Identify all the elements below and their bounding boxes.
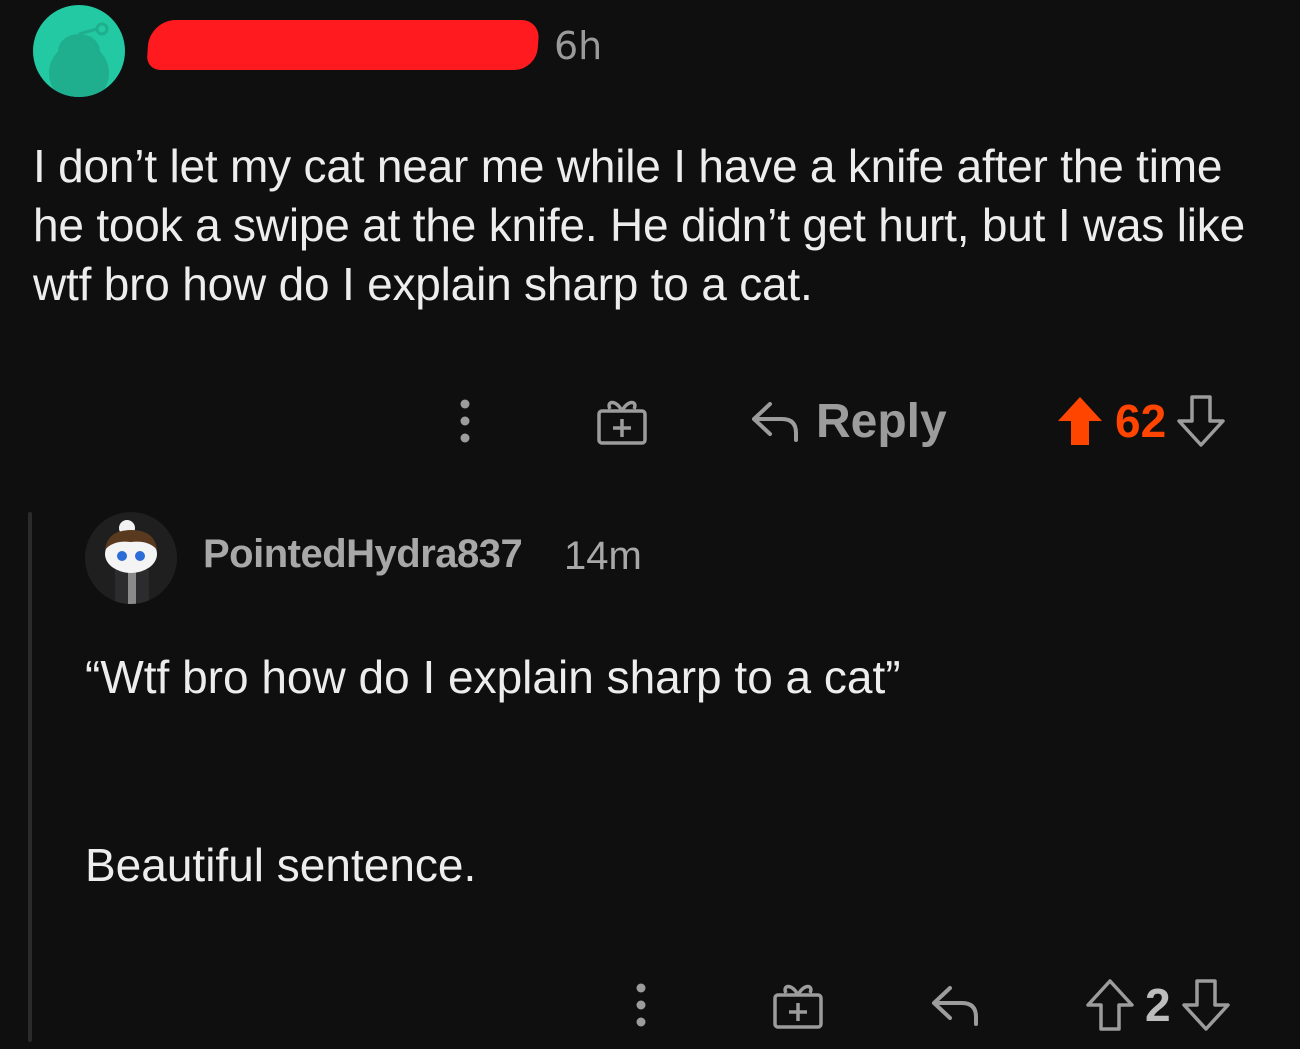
comment-body: “Wtf bro how do I explain sharp to a cat… [85,646,1265,896]
user-avatar[interactable] [33,5,125,97]
comment-actions: Reply 62 [0,386,1300,456]
snoo-avatar-icon [105,520,157,604]
downvote-icon[interactable] [1176,394,1226,448]
vote-controls: 2 [1085,970,1275,1040]
gift-award-icon [773,984,823,1029]
more-options-button[interactable] [618,970,664,1040]
more-vertical-icon [636,983,646,1027]
user-avatar[interactable] [85,512,177,604]
more-options-button[interactable] [440,386,490,456]
downvote-icon[interactable] [1181,978,1231,1032]
more-vertical-icon [460,399,470,443]
award-button[interactable] [590,386,654,456]
reply-button[interactable]: Reply [748,386,968,456]
snoo-avatar-icon [49,22,109,97]
comment-paragraph: Beautiful sentence. [85,839,477,891]
upvote-icon[interactable] [1055,394,1105,448]
comment-actions: 2 [0,970,1300,1040]
redacted-username [146,20,540,70]
thread-collapse-line[interactable] [28,512,32,1042]
reply-label: Reply [816,394,947,448]
comment-timestamp: 6h [554,24,603,68]
comment-body: I don’t let my cat near me while I have … [33,140,1245,310]
reply-button[interactable] [925,970,985,1040]
award-button[interactable] [766,970,830,1040]
comment-timestamp: 14m [564,534,642,578]
comment-paragraph: “Wtf bro how do I explain sharp to a cat… [85,651,901,703]
vote-count: 2 [1145,979,1171,1031]
vote-controls: 62 [1055,386,1275,456]
gift-award-icon [597,400,647,445]
vote-count: 62 [1115,395,1167,447]
upvote-icon[interactable] [1085,978,1135,1032]
reply-arrow-icon [932,986,978,1026]
reply-arrow-icon [752,402,798,442]
comment-username[interactable]: PointedHydra837 [203,532,523,577]
